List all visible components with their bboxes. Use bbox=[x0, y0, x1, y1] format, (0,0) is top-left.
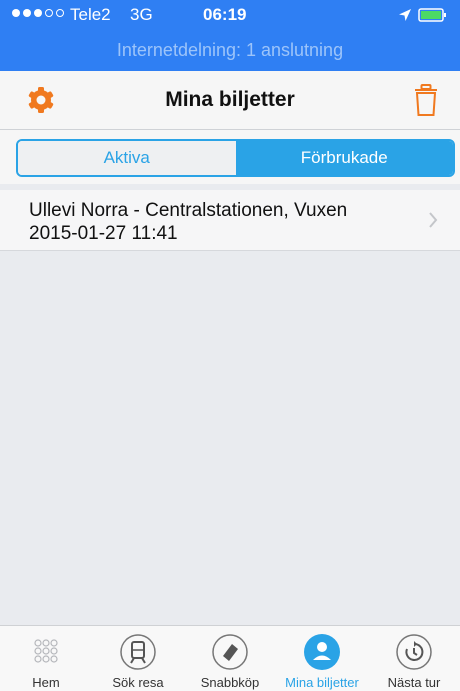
segment-forbrukade[interactable]: Förbrukade bbox=[235, 141, 453, 175]
battery-icon bbox=[418, 8, 446, 22]
hotspot-banner[interactable]: Internetdelning: 1 anslutning bbox=[0, 40, 460, 61]
grid-dots-icon bbox=[34, 639, 58, 663]
signal-strength-icon bbox=[12, 9, 64, 17]
app-screen: Tele2 3G 06:19 Internetdelning: 1 anslut… bbox=[0, 0, 460, 691]
tab-nasta-tur[interactable]: Nästa tur bbox=[368, 626, 460, 691]
tab-label: Sök resa bbox=[112, 675, 164, 690]
carrier-name: Tele2 bbox=[70, 5, 111, 24]
tab-snabbkop[interactable]: Snabbköp bbox=[184, 626, 276, 691]
user-icon bbox=[304, 634, 340, 670]
tab-label: Nästa tur bbox=[387, 675, 441, 690]
chevron-right-icon bbox=[429, 212, 438, 228]
ticket-route: Ullevi Norra - Centralstationen, Vuxen bbox=[29, 200, 348, 221]
ticket-icon bbox=[212, 634, 248, 670]
tab-bar: Hem Sök resa Snabbköp Mina biljetter Näs… bbox=[0, 625, 460, 691]
segment-aktiva[interactable]: Aktiva bbox=[18, 141, 236, 175]
page-title: Mina biljetter bbox=[165, 88, 295, 111]
navigation-bar: Mina biljetter bbox=[0, 71, 460, 130]
status-area: Tele2 3G 06:19 Internetdelning: 1 anslut… bbox=[0, 0, 460, 71]
ticket-filter-segmented-control: Aktiva Förbrukade bbox=[16, 139, 455, 177]
tram-icon bbox=[120, 634, 156, 670]
ticket-datetime: 2015-01-27 11:41 bbox=[29, 223, 178, 244]
trash-icon[interactable] bbox=[413, 83, 439, 117]
tab-mina-biljetter[interactable]: Mina biljetter bbox=[276, 626, 368, 691]
ticket-list-item[interactable]: Ullevi Norra - Centralstationen, Vuxen 2… bbox=[0, 190, 460, 251]
status-time: 06:19 bbox=[203, 5, 247, 24]
segment-container: Aktiva Förbrukade bbox=[0, 130, 460, 184]
tab-label: Hem bbox=[32, 675, 60, 690]
clock-refresh-icon bbox=[396, 634, 432, 670]
tab-label: Mina biljetter bbox=[285, 675, 359, 690]
location-arrow-icon bbox=[399, 9, 411, 21]
tab-hem[interactable]: Hem bbox=[0, 626, 92, 691]
network-type: 3G bbox=[130, 5, 153, 24]
empty-content-area bbox=[0, 251, 460, 625]
tab-label: Snabbköp bbox=[200, 675, 260, 690]
tab-sok-resa[interactable]: Sök resa bbox=[92, 626, 184, 691]
status-bar: Tele2 3G 06:19 bbox=[0, 0, 460, 30]
